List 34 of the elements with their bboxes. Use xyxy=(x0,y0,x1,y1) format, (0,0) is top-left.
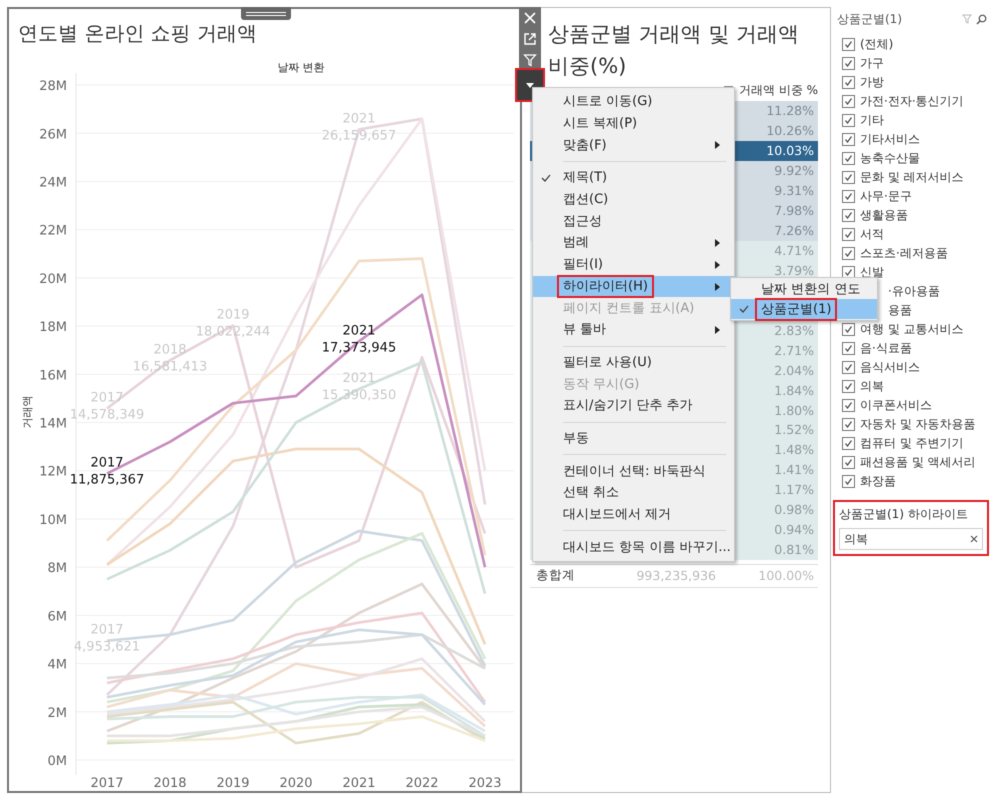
y-tick-label: 24M xyxy=(39,175,67,190)
y-tick-label: 12M xyxy=(39,464,67,480)
y-tick-label: 18M xyxy=(39,320,67,336)
y-tick-label: 0M xyxy=(48,754,67,769)
x-tick-label: 2022 xyxy=(405,776,439,787)
highlighter-title: 상품군별(1) 하이라이트 xyxy=(839,506,969,523)
filter-title: 상품군별(1) xyxy=(837,10,903,28)
x-tick-label: 2021 xyxy=(342,776,376,787)
x-tick-label: 2023 xyxy=(468,776,502,787)
x-tick-label: 2018 xyxy=(153,776,187,787)
chart-title: 연도별 온라인 쇼핑 거래액 xyxy=(17,21,258,45)
y-tick-label: 2M xyxy=(48,706,67,721)
column-header: 거래액 비중 % xyxy=(738,82,818,98)
y-tick-label: 20M xyxy=(39,272,67,287)
x-tick-label: 2020 xyxy=(279,776,313,787)
y-tick-label: 26M xyxy=(39,127,67,142)
data-label: 2017 11,875,367 xyxy=(70,456,144,488)
y-tick-label: 10M xyxy=(39,512,67,528)
data-label: 2021 17,373,945 xyxy=(322,323,396,356)
axis-title: 날짜 변환 xyxy=(277,61,325,74)
total-share: 100.00% xyxy=(757,568,815,584)
total-label: 총합계 xyxy=(535,567,576,584)
table-title: 상품군별 거래액 및 거래액 비중(%) xyxy=(547,21,800,79)
axis-title: 거래액 xyxy=(21,396,34,428)
x-tick-label: 2017 xyxy=(90,776,124,787)
total-amount: 993,235,936 xyxy=(635,568,716,584)
y-tick-label: 14M xyxy=(39,416,67,432)
y-tick-label: 28M xyxy=(39,79,67,94)
y-tick-label: 6M xyxy=(48,609,67,624)
y-tick-label: 8M xyxy=(48,561,67,576)
y-tick-label: 4M xyxy=(48,658,67,673)
y-tick-label: 16M xyxy=(39,368,67,384)
y-tick-label: 22M xyxy=(39,224,67,239)
x-tick-label: 2019 xyxy=(216,776,250,787)
